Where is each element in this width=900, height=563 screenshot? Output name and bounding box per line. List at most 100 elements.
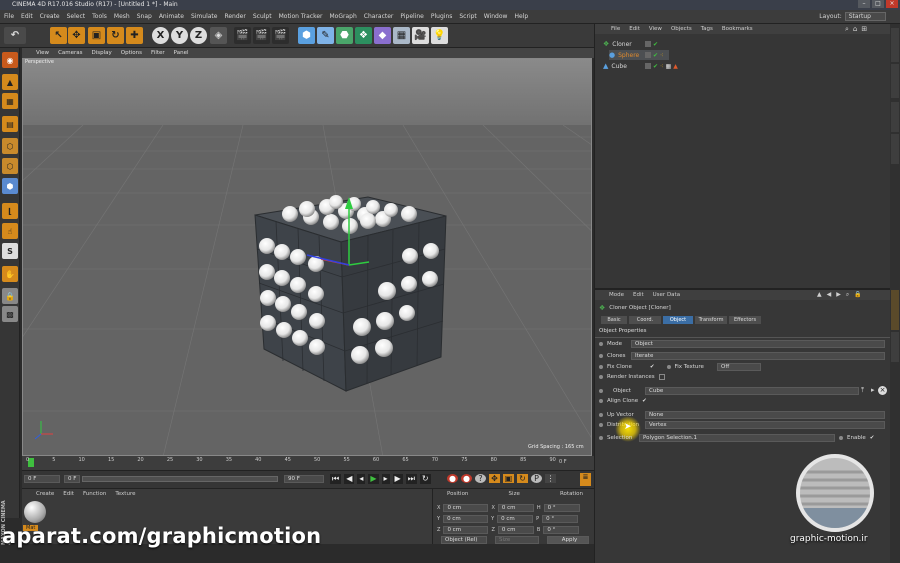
viewport-menu-filter[interactable]: Filter <box>151 48 165 58</box>
edges-mode-icon[interactable]: ⬡ <box>2 158 18 174</box>
objmgr-menu-file[interactable]: File <box>611 24 620 34</box>
pick-object-icon[interactable]: ⤒ <box>861 386 864 395</box>
points-mode-icon[interactable]: ⬡ <box>2 138 18 154</box>
tab-object[interactable]: Object <box>663 316 693 324</box>
keyframe-selection-icon[interactable]: ? <box>475 474 486 483</box>
minimize-button[interactable]: – <box>858 0 870 8</box>
enable-checkbox[interactable]: ✔ <box>870 435 875 441</box>
cube-object-icon[interactable]: ⬢ <box>298 27 315 44</box>
object-row-cloner[interactable]: ❖ Cloner ✔ <box>603 39 658 49</box>
visibility-icon[interactable] <box>645 41 651 47</box>
viewport-menu-display[interactable]: Display <box>92 48 112 58</box>
material-menu-create[interactable]: Create <box>36 491 54 497</box>
menu-tools[interactable]: Tools <box>92 13 107 20</box>
phong-tag-icon[interactable]: ⁖ <box>660 63 664 70</box>
go-to-start-icon[interactable]: ⏮ <box>330 474 342 484</box>
menu-sculpt[interactable]: Sculpt <box>253 13 272 20</box>
object-link-field[interactable]: Cube <box>645 387 859 395</box>
attrmgr-menu-mode[interactable]: Mode <box>609 290 624 300</box>
current-frame-field[interactable]: 0 F <box>24 475 60 483</box>
menu-pipeline[interactable]: Pipeline <box>400 13 423 20</box>
rotation-key-icon[interactable]: ↻ <box>517 474 528 483</box>
clones-select[interactable]: Iterate <box>631 352 885 360</box>
perspective-viewport[interactable] <box>22 58 592 456</box>
material-swatch[interactable] <box>24 501 46 523</box>
object-row-sphere[interactable]: ● Sphere ✔ ⁖ <box>609 50 669 60</box>
render-instances-checkbox[interactable] <box>658 374 665 380</box>
end-frame-field[interactable]: 90 F <box>284 475 324 483</box>
menu-snap[interactable]: Snap <box>137 13 152 20</box>
z-axis-lock-button[interactable]: Z <box>190 27 207 44</box>
tweak-mode-icon[interactable]: ☝ <box>2 223 18 239</box>
workplane-mode-icon[interactable]: ▤ <box>2 116 18 132</box>
animate-dot-icon[interactable] <box>839 436 843 440</box>
enabled-check-icon[interactable]: ✔ <box>653 41 658 48</box>
lock-icon[interactable]: 🔒 <box>854 291 861 299</box>
animate-dot-icon[interactable] <box>599 365 603 369</box>
side-tab-layer[interactable] <box>891 332 899 362</box>
objmgr-menu-objects[interactable]: Objects <box>671 24 692 34</box>
menu-motion-tracker[interactable]: Motion Tracker <box>279 13 323 20</box>
menu-mograph[interactable]: MoGraph <box>330 13 357 20</box>
render-view-icon[interactable]: 🎬 <box>234 27 251 44</box>
prev-key-icon[interactable]: ◀ <box>344 474 355 484</box>
mode-select[interactable]: Object <box>631 340 885 348</box>
rotation-p-field[interactable]: 0 ° <box>542 514 579 523</box>
animate-dot-icon[interactable] <box>599 436 603 440</box>
tab-effectors[interactable]: Effectors <box>729 316 761 324</box>
viewport-menu-cameras[interactable]: Cameras <box>58 48 82 58</box>
parameter-key-icon[interactable]: P <box>531 474 542 483</box>
object-name[interactable]: Cube <box>611 63 627 70</box>
render-settings-icon[interactable]: 🎬 <box>272 27 289 44</box>
fix-clone-checkbox[interactable]: ✔ <box>650 364 655 370</box>
coordinate-system-icon[interactable]: ◈ <box>210 27 227 44</box>
point-level-icon[interactable]: ⋮ <box>545 474 556 483</box>
scale-icon[interactable]: ▣ <box>88 27 105 44</box>
position-y-field[interactable]: 0 cm <box>443 514 489 523</box>
snapping-icon[interactable]: S <box>2 243 18 259</box>
workplane-icon[interactable]: ✋ <box>2 266 18 282</box>
object-row-cube[interactable]: ▲ Cube ✔ ⁖ ▦ ▲ <box>603 61 678 71</box>
scale-key-icon[interactable]: ▣ <box>503 474 514 483</box>
mograph-cloner-icon[interactable]: ❖ <box>355 27 372 44</box>
side-tab-structure[interactable] <box>891 102 899 132</box>
texture-tag-icon[interactable]: ▦ <box>666 63 672 70</box>
link-menu-icon[interactable]: ▸ <box>871 386 875 394</box>
distribution-select[interactable]: Vertex <box>645 421 885 429</box>
menu-script[interactable]: Script <box>459 13 476 20</box>
material-menu-texture[interactable]: Texture <box>115 491 135 497</box>
close-button[interactable]: × <box>886 0 898 8</box>
animate-dot-icon[interactable] <box>599 342 603 346</box>
play-icon[interactable]: ▶ <box>368 474 379 484</box>
menu-animate[interactable]: Animate <box>159 13 184 20</box>
material-menu-edit[interactable]: Edit <box>63 491 74 497</box>
objmgr-menu-bookmarks[interactable]: Bookmarks <box>722 24 753 34</box>
subdivision-surface-icon[interactable]: ⬣ <box>336 27 353 44</box>
menu-select[interactable]: Select <box>67 13 86 20</box>
nav-forward-icon[interactable]: ▶ <box>836 291 841 299</box>
position-x-field[interactable]: 0 cm <box>443 503 489 512</box>
objmgr-menu-view[interactable]: View <box>649 24 662 34</box>
menu-render[interactable]: Render <box>224 13 245 20</box>
new-panel-icon[interactable]: ⊞ <box>861 25 867 34</box>
polygons-mode-icon[interactable]: ⬢ <box>2 178 18 194</box>
menu-simulate[interactable]: Simulate <box>191 13 218 20</box>
camera-icon[interactable]: 🎥 <box>412 27 429 44</box>
menu-file[interactable]: File <box>4 13 14 20</box>
x-axis-lock-button[interactable]: X <box>152 27 169 44</box>
side-tab-content-browser[interactable] <box>891 64 899 98</box>
attrmgr-menu-edit[interactable]: Edit <box>633 290 644 300</box>
clear-link-icon[interactable]: × <box>878 386 887 395</box>
next-frame-icon[interactable]: ▸ <box>381 474 390 484</box>
search-icon[interactable]: ⌕ <box>845 25 849 34</box>
menu-edit[interactable]: Edit <box>21 13 33 20</box>
prev-frame-icon[interactable]: ◂ <box>357 474 366 484</box>
transform-icon[interactable]: ✚ <box>126 27 143 44</box>
tab-transform[interactable]: Transform <box>695 316 727 324</box>
side-tab-attributes[interactable] <box>891 290 899 330</box>
menu-mesh[interactable]: Mesh <box>114 13 130 20</box>
side-tab-layers[interactable] <box>891 134 899 164</box>
next-key-icon[interactable]: ▶ <box>392 474 403 484</box>
make-editable-icon[interactable]: ◉ <box>2 52 18 68</box>
loop-icon[interactable]: ↻ <box>419 474 431 484</box>
